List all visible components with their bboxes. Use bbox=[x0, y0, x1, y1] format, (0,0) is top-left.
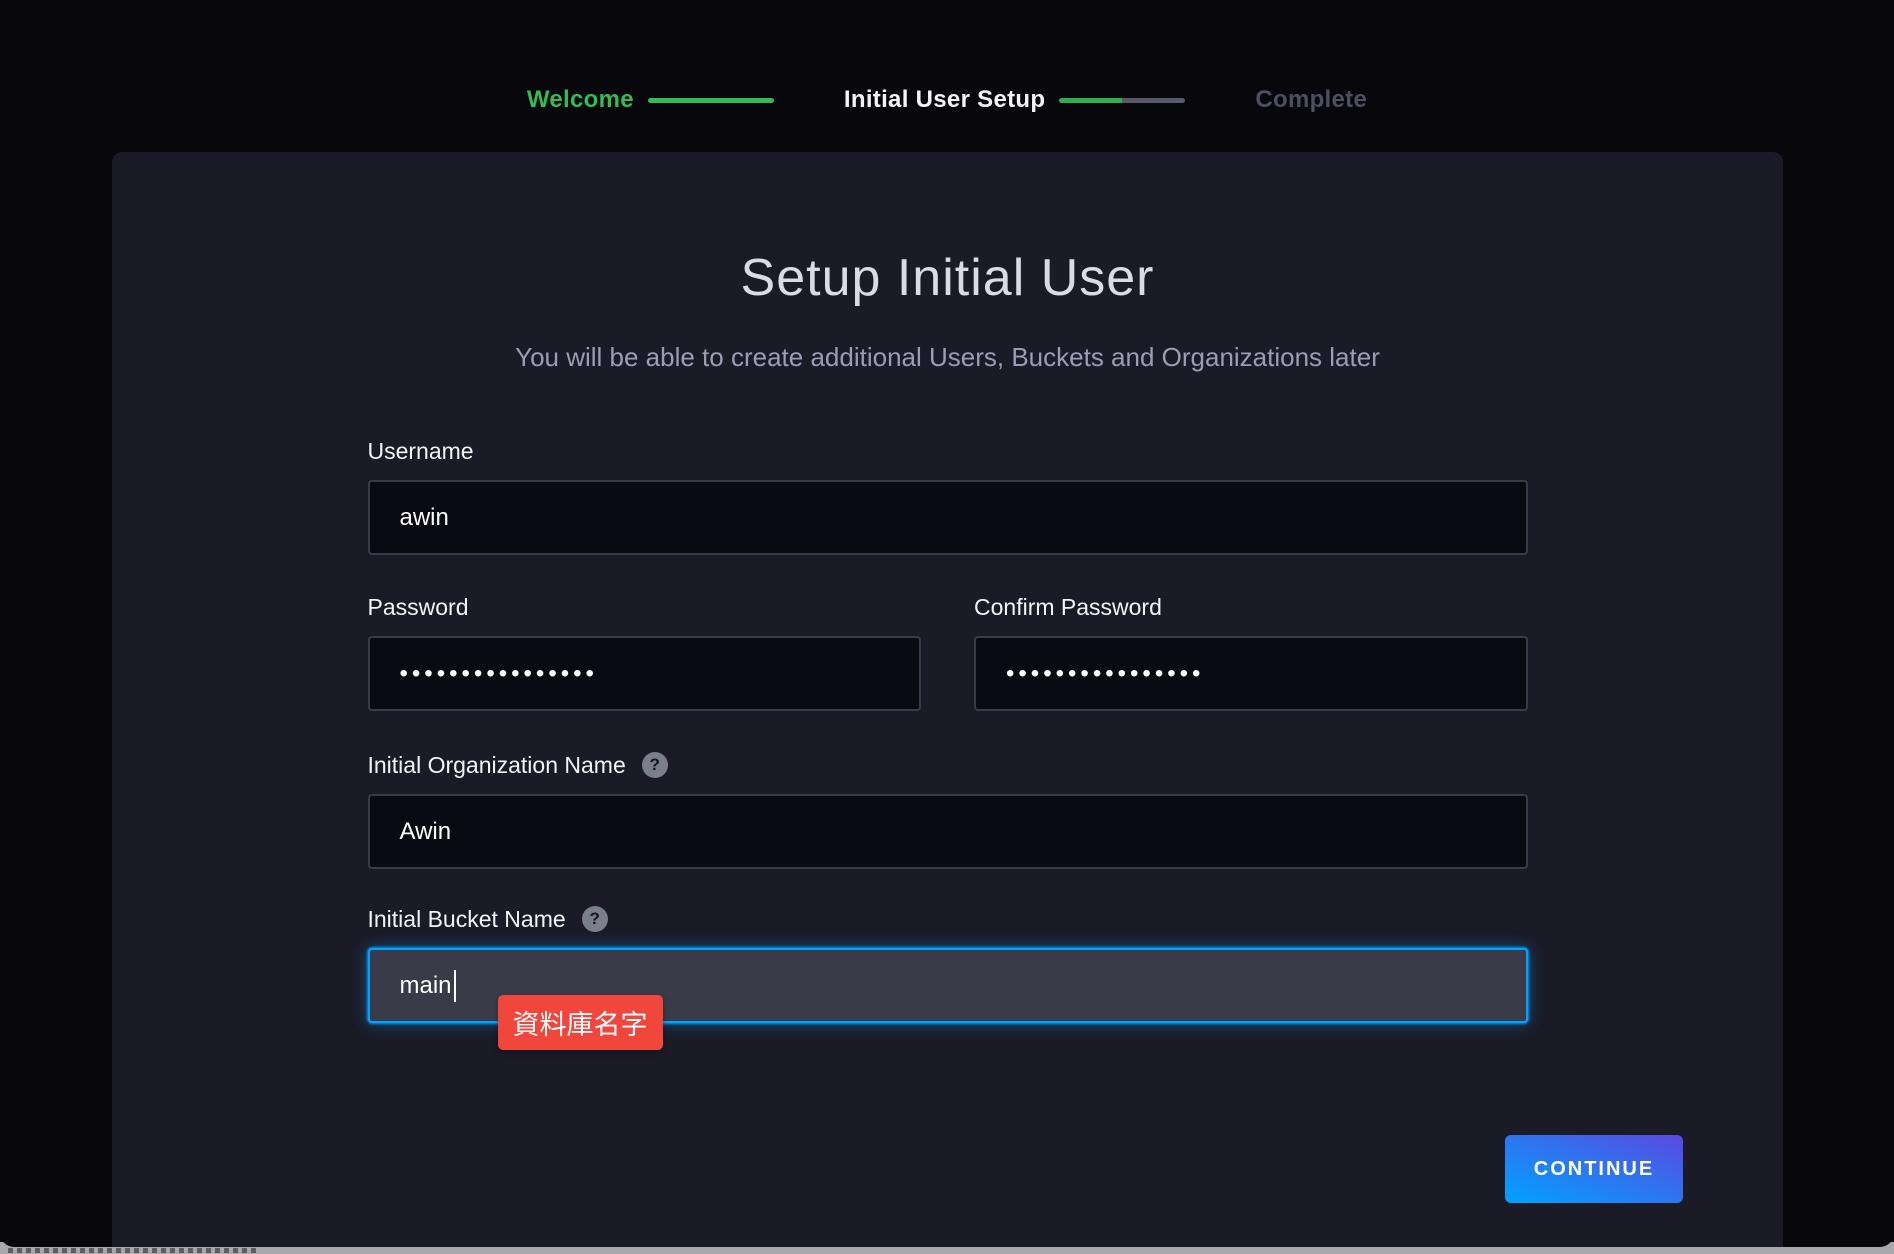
ime-tooltip: 資料庫名字 bbox=[498, 995, 663, 1050]
app-window: Welcome Initial User Setup Complete Setu… bbox=[0, 0, 1894, 1247]
progress-bar-welcome bbox=[648, 98, 774, 103]
page-subtitle: You will be able to create additional Us… bbox=[112, 342, 1783, 373]
confirm-password-value: •••••••••••••••• bbox=[1006, 660, 1204, 688]
step-welcome[interactable]: Welcome bbox=[527, 86, 634, 114]
password-input[interactable]: •••••••••••••••• bbox=[368, 636, 922, 711]
organization-value: Awin bbox=[400, 818, 452, 846]
page-title: Setup Initial User bbox=[112, 152, 1783, 306]
organization-label: Initial Organization Name bbox=[368, 752, 626, 779]
question-mark-icon[interactable]: ? bbox=[582, 906, 608, 932]
confirm-password-label: Confirm Password bbox=[974, 594, 1162, 621]
username-field-group: Username awin bbox=[368, 437, 1528, 555]
text-cursor bbox=[454, 970, 456, 1002]
onboarding-stepper: Welcome Initial User Setup Complete bbox=[0, 86, 1894, 114]
bucket-label: Initial Bucket Name bbox=[368, 906, 566, 933]
setup-card: Setup Initial User You will be able to c… bbox=[112, 152, 1783, 1247]
password-value: •••••••••••••••• bbox=[400, 660, 598, 688]
organization-input[interactable]: Awin bbox=[368, 794, 1528, 869]
confirm-password-input[interactable]: •••••••••••••••• bbox=[974, 636, 1528, 711]
username-label: Username bbox=[368, 438, 474, 465]
question-mark-icon[interactable]: ? bbox=[642, 752, 668, 778]
organization-field-group: Initial Organization Name ? Awin bbox=[368, 751, 1528, 869]
step-initial-user-setup[interactable]: Initial User Setup bbox=[844, 86, 1045, 114]
setup-form: Username awin Password •••••••••••••••• bbox=[368, 437, 1528, 1023]
username-value: awin bbox=[400, 504, 449, 532]
password-row: Password •••••••••••••••• Confirm Passwo… bbox=[368, 593, 1528, 711]
username-input[interactable]: awin bbox=[368, 480, 1528, 555]
status-strip-text-remnant bbox=[8, 1248, 258, 1253]
progress-bar-setup bbox=[1059, 98, 1185, 103]
continue-button[interactable]: CONTINUE bbox=[1505, 1135, 1683, 1203]
step-complete[interactable]: Complete bbox=[1255, 86, 1367, 114]
password-label: Password bbox=[368, 594, 469, 621]
confirm-password-field-group: Confirm Password •••••••••••••••• bbox=[974, 593, 1528, 711]
bucket-field-group: Initial Bucket Name ? main 資料庫名字 bbox=[368, 905, 1528, 1023]
password-field-group: Password •••••••••••••••• bbox=[368, 593, 922, 711]
bucket-value: main bbox=[400, 972, 452, 1000]
